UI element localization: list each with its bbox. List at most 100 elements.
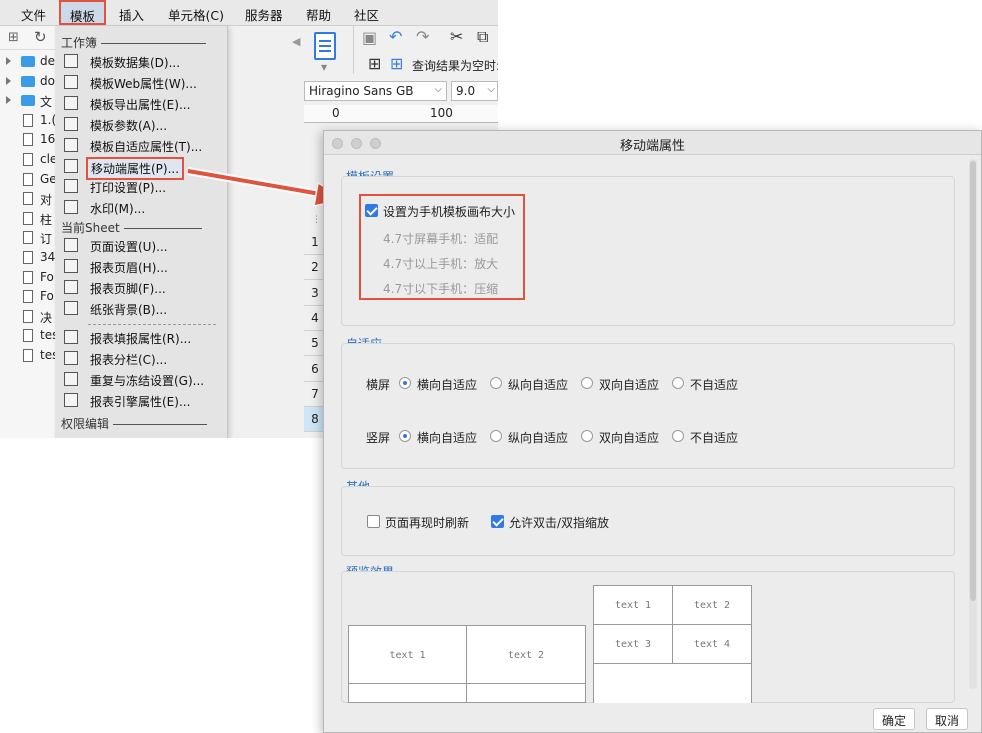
menu-item[interactable]: 打印设置(P)... [61, 177, 221, 197]
new-folder-icon[interactable]: ⊞ [8, 30, 19, 45]
menu-item[interactable]: 报表分栏(C)... [61, 349, 221, 369]
menu-server[interactable]: 服务器 [245, 5, 283, 24]
tree-item[interactable]: 34 [0, 248, 62, 268]
landscape-radio-label: 双向自适应 [599, 378, 660, 392]
menu-item[interactable]: 模板自适应属性(T)... [61, 136, 221, 156]
menu-cell[interactable]: 单元格(C) [168, 5, 224, 24]
menu-community[interactable]: 社区 [354, 5, 379, 24]
portrait-radio-label: 双向自适应 [599, 431, 660, 445]
font-name-select[interactable]: Hiragino Sans GB ⌵ [304, 81, 447, 101]
query-result-label: 查询结果为空时: [412, 59, 498, 73]
dialog-scrollbar[interactable] [969, 159, 977, 689]
menu-item[interactable]: 模板Web属性(W)... [61, 73, 221, 93]
tree-item[interactable]: tes [0, 326, 62, 346]
expand-arrow-icon[interactable] [6, 57, 11, 65]
preview-cell: text 4 [672, 624, 752, 664]
tree-item[interactable]: Fo [0, 287, 62, 307]
font-size-select[interactable]: 9.0 ⌵ [451, 81, 498, 101]
expand-arrow-icon[interactable] [6, 76, 11, 85]
redo-icon[interactable]: ↷ [416, 27, 429, 46]
menu-item[interactable]: 报表引擎属性(E)... [61, 391, 221, 411]
tree-item[interactable]: tes [0, 346, 62, 366]
menu-item[interactable]: 移动端属性(P)... [61, 156, 221, 180]
menu-separator [88, 324, 216, 325]
copy-icon[interactable]: ⧉ [477, 27, 488, 47]
portrait-label: 竖屏 [366, 431, 391, 445]
menu-item[interactable]: 报表页脚(F)... [61, 278, 221, 298]
save-icon[interactable]: ▣ [362, 28, 377, 47]
tree-item[interactable]: 1.( [0, 111, 62, 131]
file-tree-panel: ⊞ ↻ de do 文 1.(16 cle Ge 对柱订 34 Fo Fo 决 tes tes [0, 26, 62, 438]
preview-cell-empty [348, 683, 467, 703]
tree-item[interactable]: 柱 [0, 209, 62, 229]
database-icon [64, 54, 78, 68]
preview-cell: text 2 [466, 625, 586, 684]
adaptive-group [341, 343, 955, 469]
menu-item-label: 模板数据集(D)... [90, 56, 181, 70]
portrait-radio[interactable] [581, 430, 593, 442]
tree-item-label: 对 [40, 193, 53, 208]
tree-item[interactable]: 文 [0, 91, 62, 111]
menu-item[interactable]: 报表页眉(H)... [61, 257, 221, 277]
ok-button[interactable]: 确定 [873, 708, 916, 730]
menu-item[interactable]: 模板数据集(D)... [61, 52, 221, 72]
menu-item[interactable]: 报表填报属性(R)... [61, 328, 221, 348]
adaptive-icon [64, 137, 78, 152]
zoom-label: 允许双击/双指缩放 [509, 516, 610, 530]
template-icon[interactable] [314, 32, 336, 60]
landscape-radio[interactable] [490, 377, 502, 389]
tree-item[interactable]: 16 [0, 130, 62, 150]
scrollbar-thumb[interactable] [970, 161, 976, 601]
menu-item[interactable]: 水印(M)... [61, 198, 221, 218]
tree-item-label: 柱 [40, 212, 53, 227]
zoom-checkbox[interactable] [491, 515, 504, 528]
dropdown-caret-icon[interactable]: ▼ [321, 63, 327, 72]
dialog-title: 移动端属性 [619, 139, 685, 154]
grid-icon[interactable]: ⊞ [368, 54, 381, 73]
ruler-label: 0 [332, 106, 340, 120]
refresh-icon[interactable]: ↻ [34, 28, 47, 46]
folder-icon [21, 75, 35, 87]
mobile-canvas-checkbox[interactable] [365, 204, 378, 217]
tree-item-label: 16 [40, 132, 56, 147]
menu-help[interactable]: 帮助 [306, 5, 331, 24]
portrait-radio[interactable] [672, 430, 684, 442]
landscape-radio[interactable] [399, 377, 411, 389]
tree-item[interactable]: de [0, 52, 62, 72]
tree-item-label: 文 [40, 95, 53, 110]
collapse-arrow-icon[interactable]: ◀ [292, 35, 300, 48]
expand-arrow-icon[interactable] [6, 96, 11, 105]
cancel-button[interactable]: 取消 [926, 708, 969, 730]
tree-item[interactable]: cle [0, 150, 62, 170]
menu-item-label: 报表填报属性(R)... [90, 332, 192, 346]
file-icon [23, 192, 33, 206]
refresh-checkbox[interactable] [367, 515, 380, 528]
menu-template[interactable]: 模板 [59, 0, 107, 25]
menu-item[interactable]: 重复与冻结设置(G)... [61, 370, 221, 390]
menu-insert[interactable]: 插入 [119, 5, 144, 24]
portrait-radio[interactable] [399, 430, 411, 442]
menu-item[interactable]: 模板参数(A)... [61, 115, 221, 135]
menu-file[interactable]: 文件 [21, 5, 46, 24]
tree-item[interactable]: 订 [0, 228, 62, 248]
landscape-radio[interactable] [672, 377, 684, 389]
landscape-radio[interactable] [581, 377, 593, 389]
tree-item-label: do [40, 73, 55, 88]
tree-item[interactable]: 对 [0, 189, 62, 209]
cut-icon[interactable]: ✂ [450, 27, 463, 46]
watermark-icon [64, 200, 78, 215]
tree-item[interactable]: 决 [0, 307, 62, 327]
portrait-radio[interactable] [490, 430, 502, 442]
menu-item[interactable]: 页面设置(U)... [61, 236, 221, 256]
tree-item[interactable]: Ge [0, 170, 62, 190]
section-permission: 权限编辑 [61, 415, 208, 432]
tree-item[interactable]: Fo [0, 268, 62, 288]
tree-item[interactable]: do [0, 72, 62, 92]
undo-icon[interactable]: ↶ [389, 27, 402, 46]
grid-settings-icon[interactable]: ⊞ [390, 54, 403, 73]
landscape-radio-label: 纵向自适应 [508, 378, 569, 392]
fill-form-icon [64, 330, 78, 344]
folder-icon [21, 56, 35, 67]
menu-item[interactable]: 模板导出属性(E)... [61, 94, 221, 114]
menu-item[interactable]: 纸张背景(B)... [61, 299, 221, 319]
